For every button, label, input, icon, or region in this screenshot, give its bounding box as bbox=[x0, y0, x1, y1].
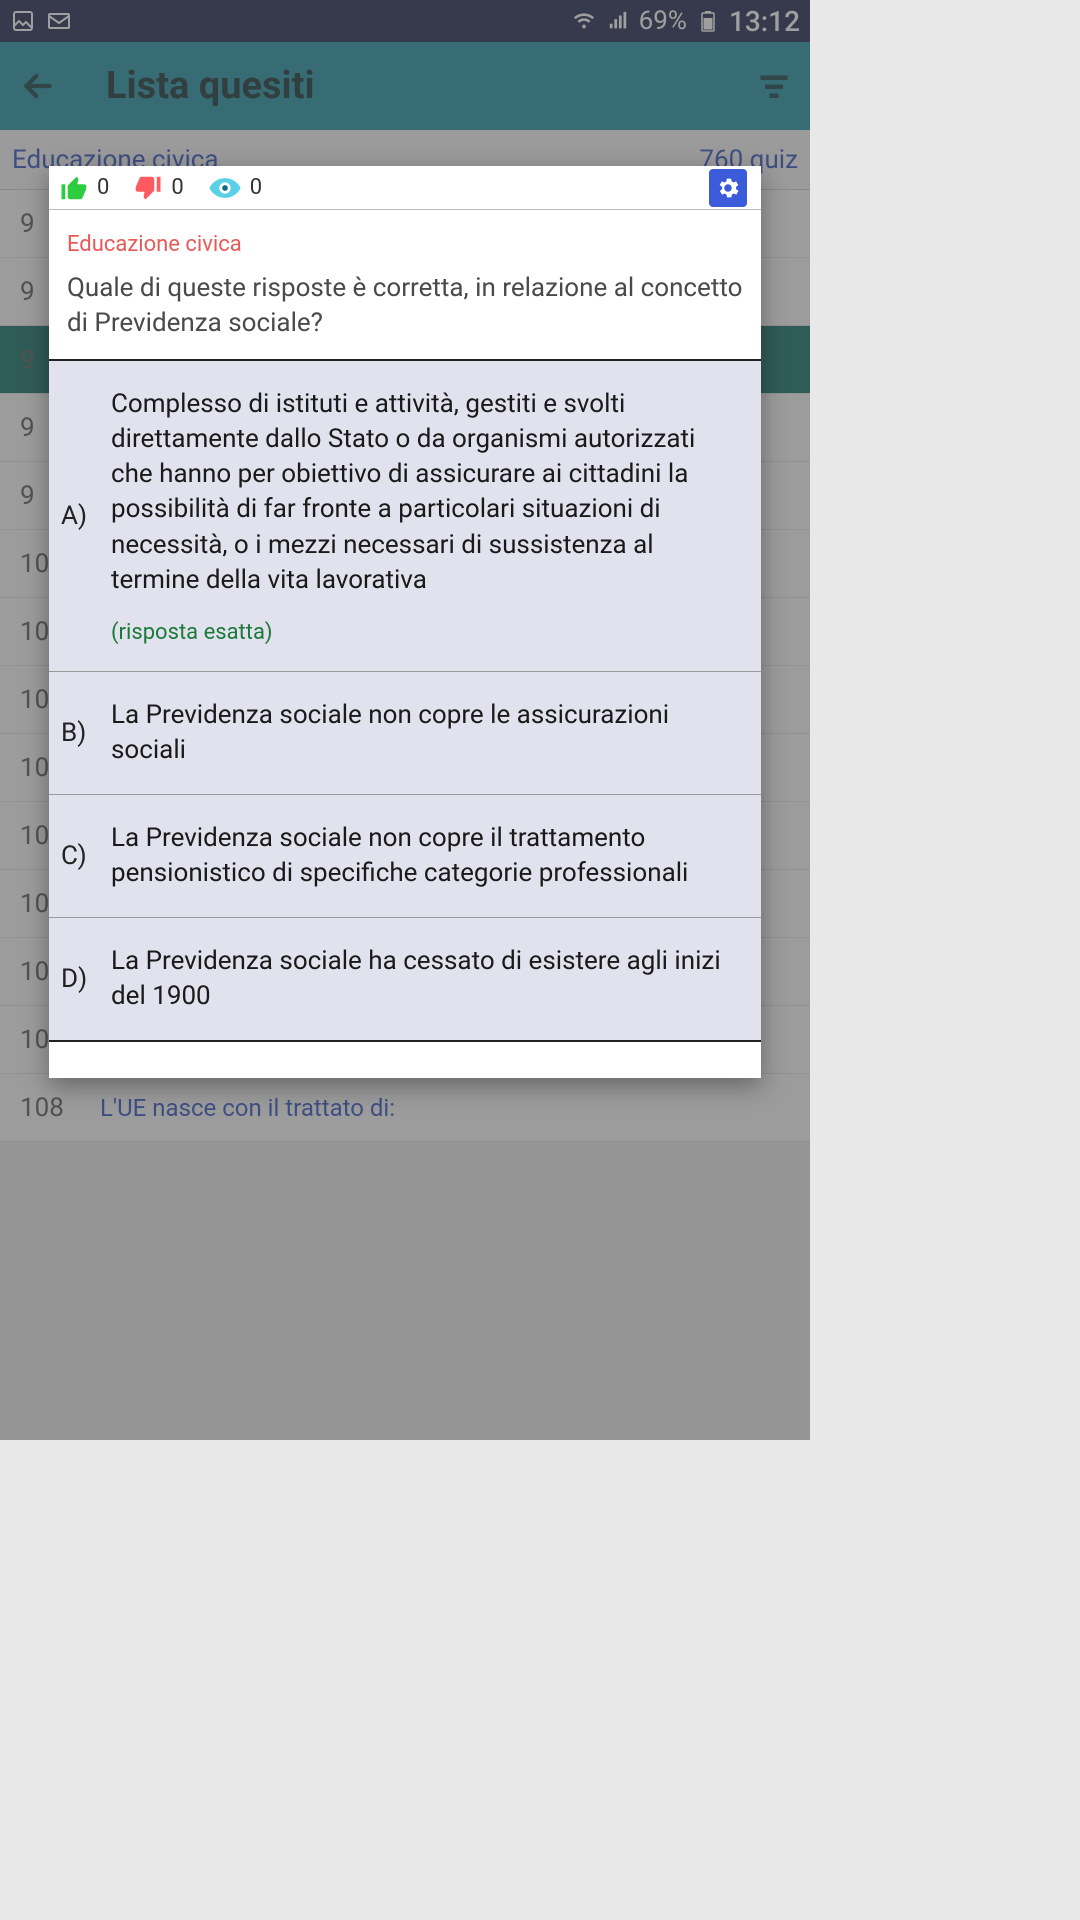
answer-body: La Previdenza sociale non copre il tratt… bbox=[111, 821, 743, 891]
answers-list: A)Complesso di istituti e attività, gest… bbox=[49, 361, 761, 1042]
views-indicator: 0 bbox=[208, 171, 262, 205]
modal-footer bbox=[49, 1042, 761, 1078]
answer-body: Complesso di istituti e attività, gestit… bbox=[111, 387, 743, 645]
answer-text: La Previdenza sociale non copre le assic… bbox=[111, 698, 743, 768]
thumb-up-icon bbox=[59, 173, 89, 203]
answer-option[interactable]: C)La Previdenza sociale non copre il tra… bbox=[49, 795, 761, 918]
answer-letter: A) bbox=[61, 387, 97, 645]
settings-button[interactable] bbox=[709, 169, 747, 207]
thumb-down-icon bbox=[133, 173, 163, 203]
correct-answer-label: (risposta esatta) bbox=[111, 620, 743, 645]
question-category: Educazione civica bbox=[67, 232, 743, 257]
answer-text: Complesso di istituti e attività, gestit… bbox=[111, 387, 743, 598]
answer-text: La Previdenza sociale ha cessato di esis… bbox=[111, 944, 743, 1014]
answer-body: La Previdenza sociale non copre le assic… bbox=[111, 698, 743, 768]
question-text: Quale di queste risposte è corretta, in … bbox=[67, 271, 743, 341]
answer-option[interactable]: A)Complesso di istituti e attività, gest… bbox=[49, 361, 761, 672]
answer-letter: D) bbox=[61, 944, 97, 1014]
answer-body: La Previdenza sociale ha cessato di esis… bbox=[111, 944, 743, 1014]
dislike-button[interactable]: 0 bbox=[133, 173, 183, 203]
eye-icon bbox=[208, 171, 242, 205]
like-count: 0 bbox=[97, 175, 109, 200]
question-modal: 0 0 0 Educazione civica Quale di queste … bbox=[49, 166, 761, 1078]
gear-icon bbox=[715, 175, 741, 201]
view-count: 0 bbox=[250, 175, 262, 200]
like-button[interactable]: 0 bbox=[59, 173, 109, 203]
answer-letter: C) bbox=[61, 821, 97, 891]
answer-option[interactable]: B)La Previdenza sociale non copre le ass… bbox=[49, 672, 761, 795]
modal-header: Educazione civica Quale di queste rispos… bbox=[49, 210, 761, 361]
answer-text: La Previdenza sociale non copre il tratt… bbox=[111, 821, 743, 891]
modal-top-bar: 0 0 0 bbox=[49, 166, 761, 210]
answer-option[interactable]: D)La Previdenza sociale ha cessato di es… bbox=[49, 918, 761, 1042]
dislike-count: 0 bbox=[171, 175, 183, 200]
answer-letter: B) bbox=[61, 698, 97, 768]
